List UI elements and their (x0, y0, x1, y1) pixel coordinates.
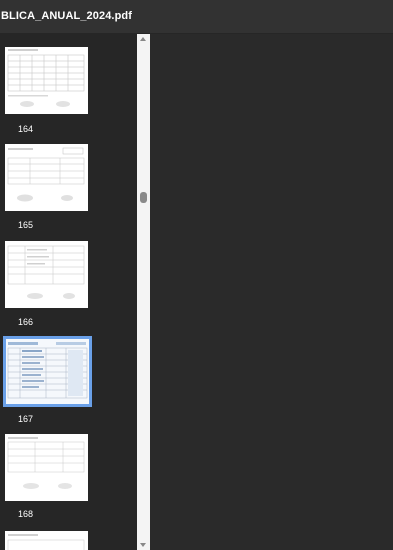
page-thumbnail-image[interactable] (5, 531, 88, 550)
page-preview-icon (7, 245, 85, 299)
page-thumbnail-image-selected[interactable] (3, 336, 92, 407)
document-title: BLICA_ANUAL_2024.pdf (1, 10, 132, 22)
thumbnail-sidebar: 164 165 166 167 168 (0, 34, 137, 550)
document-viewer-area[interactable] (150, 34, 393, 550)
page-preview-icon (6, 339, 89, 404)
page-preview-icon (7, 534, 85, 550)
page-thumbnail-image[interactable] (5, 241, 88, 308)
page-number-label: 165 (18, 220, 34, 230)
page-number-label: 166 (18, 317, 34, 327)
page-preview-icon (7, 147, 85, 202)
sidebar-scrollbar[interactable] (137, 34, 150, 550)
page-thumbnail-image[interactable] (5, 144, 88, 211)
page-number-label: 168 (18, 509, 34, 519)
page-thumbnail-image[interactable] (5, 434, 88, 501)
page-preview-icon (7, 49, 85, 107)
scrollbar-thumb[interactable] (140, 192, 147, 203)
scroll-up-arrow-icon[interactable] (140, 37, 146, 41)
title-bar: BLICA_ANUAL_2024.pdf (0, 0, 393, 34)
page-number-label: 167 (18, 414, 34, 424)
page-preview-icon (7, 437, 85, 489)
page-thumbnail-image[interactable] (5, 47, 88, 114)
page-number-label: 164 (18, 124, 34, 134)
scroll-down-arrow-icon[interactable] (140, 543, 146, 547)
